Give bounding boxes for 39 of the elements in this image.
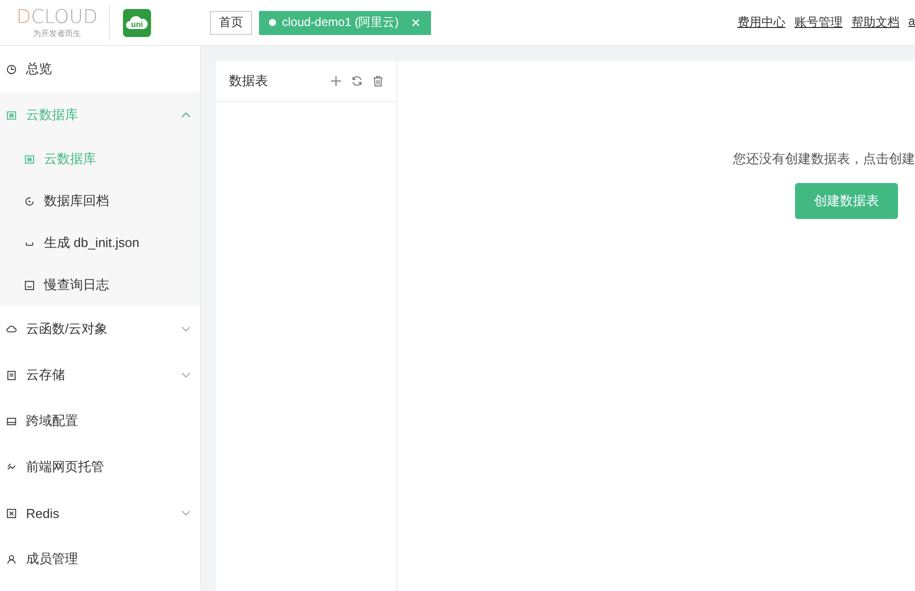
menu-icon	[24, 196, 35, 206]
tab[interactable]: 首页	[210, 10, 252, 34]
chevron-down-icon	[181, 324, 191, 334]
panel-title: 数据表	[229, 72, 269, 90]
menu-icon	[6, 462, 17, 472]
sidebar-subitem[interactable]: 慢查询日志	[0, 264, 200, 306]
chevron-down-icon	[181, 508, 191, 518]
add-icon[interactable]	[330, 75, 342, 87]
menu-icon	[24, 154, 35, 164]
menu-icon	[6, 110, 17, 120]
menu-icon	[6, 416, 17, 426]
sidebar-item[interactable]: 总览	[0, 46, 200, 92]
sidebar-item[interactable]: 前端网页托管	[0, 444, 200, 490]
header-link[interactable]: 费用中心	[737, 14, 786, 31]
header-link[interactable]: a	[908, 14, 915, 31]
sidebar-item[interactable]: 云存储	[0, 352, 200, 398]
menu-icon	[6, 508, 17, 518]
sidebar-subitem[interactable]: 数据库回档	[0, 180, 200, 222]
sidebar-item[interactable]: 云函数/云对象	[0, 306, 200, 352]
uni-app-logo[interactable]: uni	[123, 8, 151, 36]
logo-tagline: 为开发者而生	[33, 28, 81, 38]
sidebar-item[interactable]: Redis	[0, 490, 200, 536]
chevron-down-icon	[181, 370, 191, 380]
menu-icon	[24, 280, 35, 290]
dcloud-logo: DCLOUD	[16, 6, 98, 26]
sidebar-item[interactable]: 成员管理	[0, 536, 200, 582]
menu-icon	[6, 554, 17, 564]
sidebar-subitem[interactable]: 生成 db_init.json	[0, 222, 200, 264]
menu-icon	[6, 370, 17, 380]
refresh-icon[interactable]	[351, 75, 363, 87]
empty-message: 您还没有创建数据表，点击创建	[733, 150, 915, 168]
status-dot	[269, 19, 276, 26]
delete-icon[interactable]	[372, 75, 384, 87]
header-link[interactable]: 账号管理	[794, 14, 842, 31]
menu-icon	[6, 64, 17, 74]
chevron-up-icon	[181, 110, 191, 120]
sidebar-item[interactable]: 跨域配置	[0, 398, 200, 444]
menu-icon	[6, 324, 17, 334]
header-link[interactable]: 帮助文档	[851, 14, 900, 31]
